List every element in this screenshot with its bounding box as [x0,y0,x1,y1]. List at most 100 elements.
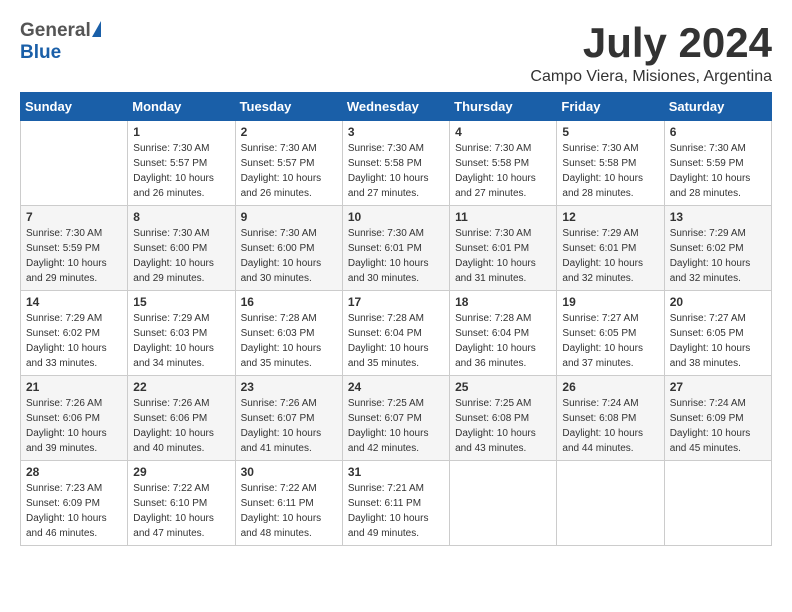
calendar-cell: 28 Sunrise: 7:23 AMSunset: 6:09 PMDaylig… [21,461,128,546]
day-info: Sunrise: 7:25 AMSunset: 6:07 PMDaylight:… [348,398,429,454]
day-info: Sunrise: 7:30 AMSunset: 6:00 PMDaylight:… [133,228,214,284]
day-info: Sunrise: 7:30 AMSunset: 6:01 PMDaylight:… [348,228,429,284]
weekday-header-tuesday: Tuesday [235,93,342,121]
day-info: Sunrise: 7:30 AMSunset: 5:58 PMDaylight:… [348,143,429,199]
weekday-header-friday: Friday [557,93,664,121]
week-row-1: 1 Sunrise: 7:30 AMSunset: 5:57 PMDayligh… [21,121,772,206]
calendar-cell: 6 Sunrise: 7:30 AMSunset: 5:59 PMDayligh… [664,121,771,206]
week-row-5: 28 Sunrise: 7:23 AMSunset: 6:09 PMDaylig… [21,461,772,546]
calendar-cell: 25 Sunrise: 7:25 AMSunset: 6:08 PMDaylig… [450,376,557,461]
calendar-cell: 31 Sunrise: 7:21 AMSunset: 6:11 PMDaylig… [342,461,449,546]
logo-general: General [20,20,91,42]
day-number: 25 [455,380,551,394]
calendar-cell [21,121,128,206]
day-number: 21 [26,380,122,394]
day-info: Sunrise: 7:30 AMSunset: 5:57 PMDaylight:… [133,143,214,199]
day-info: Sunrise: 7:24 AMSunset: 6:09 PMDaylight:… [670,398,751,454]
calendar-cell: 9 Sunrise: 7:30 AMSunset: 6:00 PMDayligh… [235,206,342,291]
weekday-header-saturday: Saturday [664,93,771,121]
day-number: 22 [133,380,229,394]
day-info: Sunrise: 7:28 AMSunset: 6:03 PMDaylight:… [241,313,322,369]
day-info: Sunrise: 7:29 AMSunset: 6:03 PMDaylight:… [133,313,214,369]
day-number: 13 [670,210,766,224]
day-number: 28 [26,465,122,479]
day-number: 26 [562,380,658,394]
calendar-cell: 26 Sunrise: 7:24 AMSunset: 6:08 PMDaylig… [557,376,664,461]
weekday-header-thursday: Thursday [450,93,557,121]
day-number: 4 [455,125,551,139]
day-number: 12 [562,210,658,224]
day-info: Sunrise: 7:30 AMSunset: 6:00 PMDaylight:… [241,228,322,284]
day-number: 11 [455,210,551,224]
day-number: 27 [670,380,766,394]
day-info: Sunrise: 7:26 AMSunset: 6:07 PMDaylight:… [241,398,322,454]
day-number: 3 [348,125,444,139]
day-number: 29 [133,465,229,479]
logo-triangle-icon [92,21,101,37]
day-info: Sunrise: 7:28 AMSunset: 6:04 PMDaylight:… [348,313,429,369]
day-info: Sunrise: 7:24 AMSunset: 6:08 PMDaylight:… [562,398,643,454]
day-info: Sunrise: 7:23 AMSunset: 6:09 PMDaylight:… [26,483,107,539]
calendar-cell: 30 Sunrise: 7:22 AMSunset: 6:11 PMDaylig… [235,461,342,546]
day-number: 20 [670,295,766,309]
day-info: Sunrise: 7:29 AMSunset: 6:02 PMDaylight:… [26,313,107,369]
logo: General Blue [20,20,101,64]
calendar-cell [664,461,771,546]
day-info: Sunrise: 7:22 AMSunset: 6:11 PMDaylight:… [241,483,322,539]
day-number: 31 [348,465,444,479]
calendar-cell: 7 Sunrise: 7:30 AMSunset: 5:59 PMDayligh… [21,206,128,291]
day-info: Sunrise: 7:30 AMSunset: 5:59 PMDaylight:… [26,228,107,284]
day-info: Sunrise: 7:26 AMSunset: 6:06 PMDaylight:… [26,398,107,454]
day-info: Sunrise: 7:25 AMSunset: 6:08 PMDaylight:… [455,398,536,454]
calendar-cell: 29 Sunrise: 7:22 AMSunset: 6:10 PMDaylig… [128,461,235,546]
day-info: Sunrise: 7:26 AMSunset: 6:06 PMDaylight:… [133,398,214,454]
calendar-cell: 27 Sunrise: 7:24 AMSunset: 6:09 PMDaylig… [664,376,771,461]
day-info: Sunrise: 7:30 AMSunset: 5:59 PMDaylight:… [670,143,751,199]
day-info: Sunrise: 7:30 AMSunset: 5:58 PMDaylight:… [455,143,536,199]
calendar-cell: 1 Sunrise: 7:30 AMSunset: 5:57 PMDayligh… [128,121,235,206]
day-info: Sunrise: 7:22 AMSunset: 6:10 PMDaylight:… [133,483,214,539]
calendar-cell [557,461,664,546]
day-number: 14 [26,295,122,309]
weekday-header-wednesday: Wednesday [342,93,449,121]
day-info: Sunrise: 7:30 AMSunset: 6:01 PMDaylight:… [455,228,536,284]
calendar-cell: 20 Sunrise: 7:27 AMSunset: 6:05 PMDaylig… [664,291,771,376]
calendar-cell: 3 Sunrise: 7:30 AMSunset: 5:58 PMDayligh… [342,121,449,206]
page-header: General Blue July 2024 Campo Viera, Misi… [20,20,772,86]
day-number: 17 [348,295,444,309]
day-number: 18 [455,295,551,309]
day-number: 1 [133,125,229,139]
day-number: 19 [562,295,658,309]
week-row-2: 7 Sunrise: 7:30 AMSunset: 5:59 PMDayligh… [21,206,772,291]
calendar-cell: 12 Sunrise: 7:29 AMSunset: 6:01 PMDaylig… [557,206,664,291]
day-number: 23 [241,380,337,394]
day-number: 10 [348,210,444,224]
day-number: 16 [241,295,337,309]
day-info: Sunrise: 7:29 AMSunset: 6:02 PMDaylight:… [670,228,751,284]
day-info: Sunrise: 7:27 AMSunset: 6:05 PMDaylight:… [670,313,751,369]
calendar-cell: 17 Sunrise: 7:28 AMSunset: 6:04 PMDaylig… [342,291,449,376]
day-info: Sunrise: 7:28 AMSunset: 6:04 PMDaylight:… [455,313,536,369]
day-number: 7 [26,210,122,224]
day-number: 9 [241,210,337,224]
calendar-cell: 11 Sunrise: 7:30 AMSunset: 6:01 PMDaylig… [450,206,557,291]
day-number: 5 [562,125,658,139]
day-number: 15 [133,295,229,309]
day-info: Sunrise: 7:21 AMSunset: 6:11 PMDaylight:… [348,483,429,539]
day-number: 2 [241,125,337,139]
weekday-header-row: SundayMondayTuesdayWednesdayThursdayFrid… [21,93,772,121]
day-info: Sunrise: 7:30 AMSunset: 5:57 PMDaylight:… [241,143,322,199]
logo-blue: Blue [20,42,61,64]
calendar-cell: 8 Sunrise: 7:30 AMSunset: 6:00 PMDayligh… [128,206,235,291]
weekday-header-monday: Monday [128,93,235,121]
calendar-cell: 18 Sunrise: 7:28 AMSunset: 6:04 PMDaylig… [450,291,557,376]
location-subtitle: Campo Viera, Misiones, Argentina [530,68,772,86]
calendar-cell: 19 Sunrise: 7:27 AMSunset: 6:05 PMDaylig… [557,291,664,376]
calendar-cell: 23 Sunrise: 7:26 AMSunset: 6:07 PMDaylig… [235,376,342,461]
calendar-cell [450,461,557,546]
calendar-cell: 4 Sunrise: 7:30 AMSunset: 5:58 PMDayligh… [450,121,557,206]
week-row-3: 14 Sunrise: 7:29 AMSunset: 6:02 PMDaylig… [21,291,772,376]
calendar-cell: 13 Sunrise: 7:29 AMSunset: 6:02 PMDaylig… [664,206,771,291]
day-number: 30 [241,465,337,479]
calendar-cell: 15 Sunrise: 7:29 AMSunset: 6:03 PMDaylig… [128,291,235,376]
